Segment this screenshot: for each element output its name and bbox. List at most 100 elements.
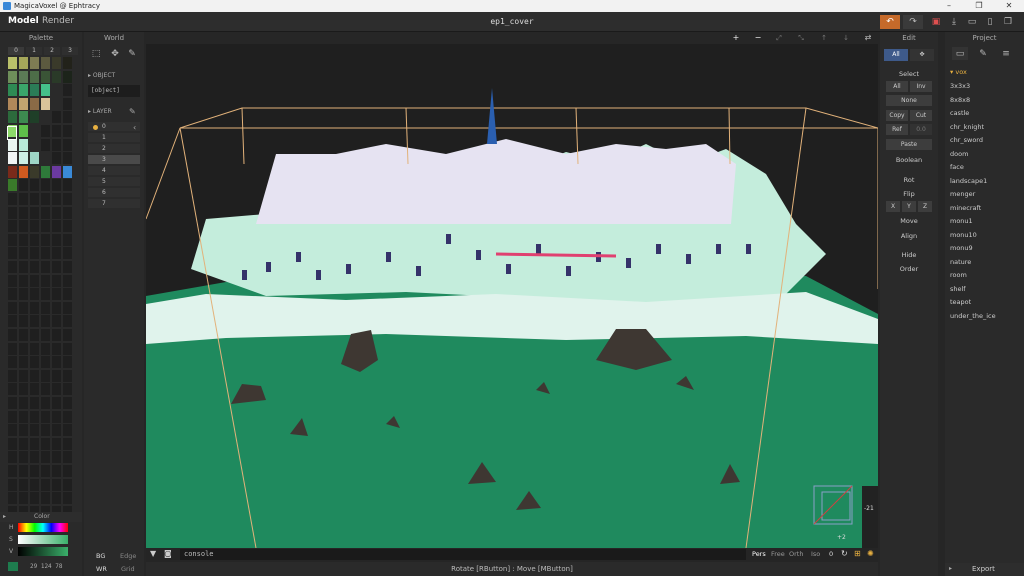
palette-swatch[interactable] (41, 220, 50, 233)
open-folder-button[interactable]: ▭ (962, 15, 982, 29)
palette-swatch[interactable] (63, 424, 72, 437)
console-toggle-icon[interactable]: ▼ (150, 549, 156, 558)
move-up-button[interactable]: ↑ (817, 32, 831, 44)
palette-swatch[interactable] (41, 424, 50, 437)
palette-swatch[interactable] (63, 383, 72, 396)
palette-swatch[interactable] (30, 138, 39, 151)
palette-swatch[interactable] (41, 478, 50, 491)
hue-slider[interactable] (18, 523, 68, 532)
project-file-item[interactable]: chr_knight (950, 123, 984, 131)
boolean-button[interactable]: Boolean (880, 156, 938, 164)
palette-swatch[interactable] (8, 288, 17, 301)
zoom-value[interactable]: 0 (829, 550, 833, 558)
project-file-item[interactable]: monu9 (950, 244, 973, 252)
palette-swatch[interactable] (30, 193, 39, 205)
undo-button[interactable]: ↶ (880, 15, 900, 29)
palette-swatch[interactable] (8, 342, 17, 355)
palette-swatch[interactable] (30, 437, 39, 450)
palette-swatch[interactable] (30, 179, 39, 192)
palette-swatch[interactable] (63, 397, 72, 409)
palette-swatch[interactable] (41, 437, 50, 450)
export-expand-icon[interactable]: ▸ (949, 565, 952, 572)
palette-swatch[interactable] (41, 206, 50, 219)
palette-swatch[interactable] (52, 97, 61, 110)
project-folder[interactable]: ▾ vox (950, 68, 967, 76)
palette-swatch[interactable] (63, 111, 72, 124)
order-button[interactable]: Order (880, 265, 938, 273)
palette-swatch[interactable] (8, 179, 17, 192)
x-axis-gizmo[interactable] (495, 252, 617, 258)
palette-swatch[interactable] (8, 152, 17, 165)
palette-swatch[interactable] (8, 383, 17, 396)
move-down-button[interactable]: ↓ (839, 32, 853, 44)
palette-swatch[interactable] (8, 451, 17, 464)
palette-swatch[interactable] (41, 274, 50, 287)
palette-swatch[interactable] (41, 138, 50, 151)
palette-swatch[interactable] (41, 397, 50, 409)
align-button[interactable]: Align (880, 232, 938, 240)
project-file-item[interactable]: monu10 (950, 231, 977, 239)
palette-swatch[interactable] (30, 84, 39, 97)
palette-swatch[interactable] (19, 165, 28, 178)
palette-swatch[interactable] (19, 492, 28, 505)
palette-swatch[interactable] (41, 179, 50, 192)
palette-swatch[interactable] (52, 424, 61, 437)
palette-swatch[interactable] (19, 138, 28, 151)
view-mode-iso[interactable]: Iso (811, 550, 820, 558)
palette-swatch[interactable] (30, 125, 39, 137)
palette-swatch[interactable] (63, 410, 72, 423)
palette-swatch[interactable] (52, 206, 61, 219)
layer-collapse-icon[interactable]: ‹ (133, 123, 136, 132)
reset-view-icon[interactable]: ↻ (841, 549, 848, 558)
palette-swatch[interactable] (8, 247, 17, 260)
select-invert-button[interactable]: Inv (910, 81, 932, 92)
palette-swatch[interactable] (19, 57, 28, 69)
layer-row[interactable]: 6 (88, 188, 140, 197)
save-button[interactable]: ▣ (926, 15, 946, 29)
move-button[interactable]: Move (880, 217, 938, 225)
edge-button[interactable]: Edge (120, 552, 136, 560)
layer-row[interactable]: 3 (88, 155, 140, 164)
project-file-item[interactable]: menger (950, 190, 975, 198)
palette-swatch[interactable] (52, 369, 61, 382)
palette-swatch[interactable] (30, 315, 39, 328)
project-file-item[interactable]: teapot (950, 298, 971, 306)
palette-swatch[interactable] (63, 342, 72, 355)
palette-swatch[interactable] (30, 329, 39, 341)
palette-swatch[interactable] (41, 233, 50, 246)
palette-swatch[interactable] (52, 478, 61, 491)
project-file-item[interactable]: landscape1 (950, 177, 987, 185)
download-button[interactable]: ⤓ (944, 15, 964, 29)
grid-button[interactable]: Grid (121, 565, 135, 573)
edit-expand-button[interactable]: ✥ (910, 49, 934, 61)
copy-button[interactable]: Copy (886, 110, 908, 121)
project-file-item[interactable]: room (950, 271, 967, 279)
project-file-item[interactable]: face (950, 163, 964, 171)
palette-swatch[interactable] (41, 315, 50, 328)
palette-swatch[interactable] (52, 315, 61, 328)
layer-row[interactable]: 4 (88, 166, 140, 175)
copy-file-button[interactable]: ❐ (998, 15, 1018, 29)
palette-swatch[interactable] (30, 57, 39, 69)
palette-swatch[interactable] (30, 424, 39, 437)
palette-swatch[interactable] (52, 356, 61, 369)
project-file-item[interactable]: chr_sword (950, 136, 983, 144)
palette-swatch[interactable] (8, 193, 17, 205)
palette-swatch[interactable] (41, 165, 50, 178)
palette-swatch[interactable] (41, 193, 50, 205)
palette-swatch[interactable] (8, 437, 17, 450)
palette-swatch[interactable] (63, 451, 72, 464)
palette-swatch[interactable] (8, 315, 17, 328)
palette-swatch[interactable] (41, 111, 50, 124)
rot-label[interactable]: Rot (880, 176, 938, 184)
palette-swatch[interactable] (63, 138, 72, 151)
palette-swatch[interactable] (63, 315, 72, 328)
edit-all-button[interactable]: All (884, 49, 908, 61)
palette-swatch[interactable] (19, 342, 28, 355)
project-file-item[interactable]: doom (950, 150, 968, 158)
palette-swatch[interactable] (19, 301, 28, 314)
palette-swatch[interactable] (30, 478, 39, 491)
palette-swatch[interactable] (41, 492, 50, 505)
palette-swatch[interactable] (41, 465, 50, 477)
palette-swatch[interactable] (52, 70, 61, 83)
